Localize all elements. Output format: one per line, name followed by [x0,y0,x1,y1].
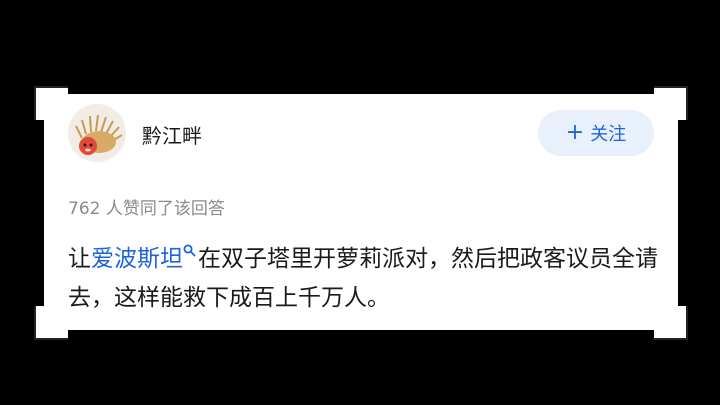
search-icon [183,244,196,257]
content-prefix: 让 [68,246,91,272]
screen: 黔江畔 + 关注 762 人赞同了该回答 让爱波斯坦 在双子塔里开萝莉派对，然后把… [0,0,720,405]
search-link[interactable]: 爱波斯坦 [91,244,198,272]
answer-content: 让爱波斯坦 在双子塔里开萝莉派对，然后把政客议员全请去，这样能救下成百上千万人。 [68,240,658,318]
follow-button[interactable]: + 关注 [538,110,654,156]
author-name[interactable]: 黔江畔 [142,120,202,149]
answer-card: 黔江畔 + 关注 762 人赞同了该回答 让爱波斯坦 在双子塔里开萝莉派对，然后把… [44,94,678,330]
plus-icon: + [565,120,585,145]
likes-count: 762 人赞同了该回答 [68,199,225,219]
hedgehog-avatar-icon [68,104,126,162]
search-link-text: 爱波斯坦 [91,246,183,272]
follow-button-label: 关注 [590,124,627,145]
avatar[interactable] [68,104,126,162]
